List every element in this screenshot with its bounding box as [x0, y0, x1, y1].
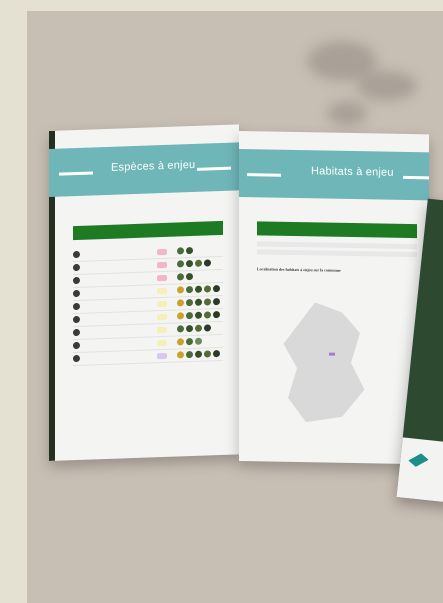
- habitat-icon: [195, 311, 202, 319]
- habitat-icon: [204, 285, 211, 293]
- status-icon: [73, 263, 80, 272]
- status-badge: [157, 248, 167, 256]
- habitat-icon: [213, 311, 220, 319]
- status-icon: [73, 302, 80, 311]
- habitat-icon: [195, 350, 202, 358]
- habitat-icon: [195, 324, 202, 332]
- habitat-icon: [177, 325, 184, 333]
- habitat-icon: [177, 273, 184, 281]
- habitat-icon: [186, 246, 193, 255]
- habitat-icon: [204, 350, 211, 358]
- status-badge: [157, 274, 167, 282]
- left-page: Espèces à enjeu: [49, 124, 239, 461]
- habitat-icon: [195, 285, 202, 293]
- habitat-icon: [177, 351, 184, 359]
- status-badge: [157, 261, 167, 269]
- habitat-icon: [204, 324, 211, 332]
- page-title: Espèces à enjeu: [111, 158, 196, 174]
- table-row: [257, 249, 417, 258]
- habitat-icon: [204, 311, 211, 319]
- banner-line: [59, 171, 93, 176]
- habitat-icon: [213, 350, 220, 358]
- status-icon: [73, 341, 80, 350]
- habitat-icon: [177, 312, 184, 320]
- map-title: Localisation des habitats à enjeu sur la…: [257, 266, 341, 273]
- habitat-icon: [195, 259, 202, 267]
- status-icon: [73, 289, 80, 298]
- status-badge: [157, 352, 167, 360]
- habitat-icon: [213, 285, 220, 293]
- status-badge: [157, 326, 167, 334]
- leaf-shadow: [327, 101, 367, 126]
- table-header: [257, 221, 417, 239]
- status-icon: [73, 276, 80, 285]
- status-icon: [73, 250, 80, 259]
- habitat-icon: [204, 259, 211, 267]
- status-icon: [73, 328, 80, 337]
- habitat-icon: [186, 272, 193, 281]
- habitat-icon: [213, 298, 220, 306]
- table-row: [257, 241, 417, 250]
- status-badge: [157, 313, 167, 321]
- cover-footer: [396, 437, 443, 504]
- species-table: [49, 124, 239, 367]
- habitat-marker: [329, 352, 335, 356]
- habitat-icon: [195, 337, 202, 345]
- habitat-icon: [177, 338, 184, 346]
- status-badge: [157, 300, 167, 308]
- page-title: Habitats à enjeu: [311, 165, 394, 179]
- status-badge: [157, 339, 167, 347]
- banner-line: [403, 175, 429, 180]
- table-header: [73, 220, 223, 241]
- habitat-icon: [186, 285, 193, 294]
- habitat-icon: [186, 337, 193, 346]
- logo-icon: [408, 452, 429, 468]
- leaf-shadow: [357, 71, 417, 101]
- habitat-icon: [177, 286, 184, 294]
- status-badge: [157, 287, 167, 295]
- right-page: Habitats à enjeu Localisation des habita…: [239, 131, 429, 465]
- photo-scene: Espèces à enjeu Habitats à enjeu Localis…: [27, 11, 443, 603]
- habitat-icon: [195, 298, 202, 306]
- banner-line: [197, 166, 231, 171]
- habitat-icon: [186, 350, 193, 359]
- status-icon: [73, 354, 80, 363]
- banner-line: [247, 173, 281, 177]
- habitat-icon: [186, 259, 193, 268]
- habitat-icon: [177, 299, 184, 307]
- habitat-icon: [186, 298, 193, 307]
- habitat-icon: [186, 324, 193, 333]
- commune-map: [279, 302, 369, 424]
- status-icon: [73, 315, 80, 324]
- page-banner: Espèces à enjeu: [49, 142, 239, 197]
- open-brochure: Espèces à enjeu Habitats à enjeu Localis…: [49, 124, 429, 465]
- habitat-icon: [204, 298, 211, 306]
- habitat-icon: [177, 247, 184, 255]
- page-banner: Habitats à enjeu: [239, 149, 429, 201]
- habitat-icon: [186, 311, 193, 320]
- habitat-icon: [177, 260, 184, 268]
